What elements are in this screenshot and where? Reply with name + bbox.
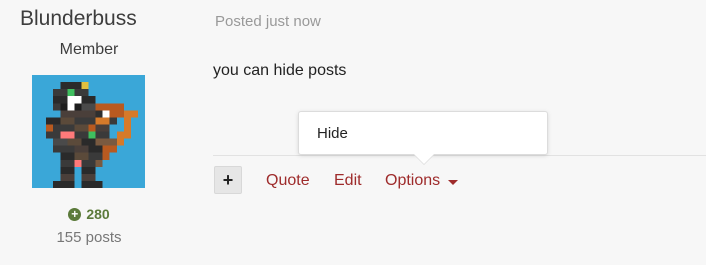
plus-circle-icon: +	[68, 207, 82, 221]
avatar[interactable]	[32, 75, 145, 188]
post-count: 155 posts	[56, 229, 122, 246]
post-date[interactable]: Posted just now	[215, 13, 321, 30]
edit-button[interactable]: Edit	[334, 172, 362, 190]
post-body: you can hide posts	[213, 62, 347, 79]
author-role: Member	[59, 41, 119, 58]
reputation-value: 280	[86, 206, 110, 222]
options-label: Options	[385, 172, 441, 189]
options-dropdown: Hide	[298, 111, 548, 155]
multiquote-button[interactable]: +	[214, 166, 242, 194]
dropdown-pointer	[414, 154, 434, 164]
options-button[interactable]: Options	[385, 172, 459, 190]
divider	[213, 155, 706, 156]
author-panel: Blunderbuss Member + 280 155 posts	[0, 0, 178, 265]
avatar-image	[32, 75, 145, 188]
menu-item-hide[interactable]: Hide	[317, 125, 348, 142]
quote-button[interactable]: Quote	[266, 172, 310, 190]
caret-down-icon	[448, 179, 459, 185]
reputation: + 280	[0, 206, 178, 222]
author-name[interactable]: Blunderbuss	[20, 7, 137, 31]
plus-icon: +	[222, 169, 234, 190]
